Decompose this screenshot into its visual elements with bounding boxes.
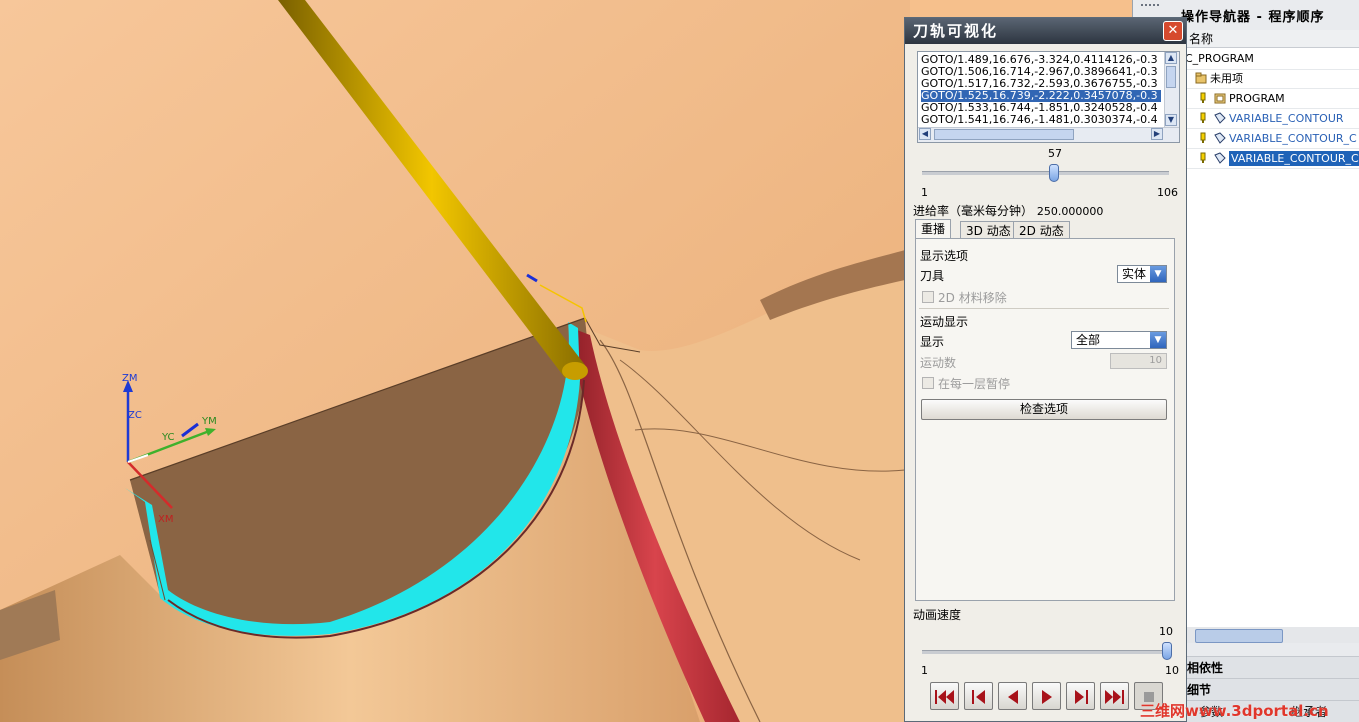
scrollbar-thumb[interactable] (1195, 629, 1283, 643)
program-folder-icon (1214, 91, 1226, 104)
play-reverse-button[interactable] (998, 682, 1027, 710)
motion-count-label: 运动数 (920, 356, 957, 370)
toolpath-visualization-dialog: 刀轨可视化 ✕ GOTO/1.489,16.676,-3.324,0.41141… (904, 17, 1187, 722)
speed-slider-max: 10 (1165, 664, 1179, 677)
display-options-heading: 显示选项 (920, 249, 969, 263)
2d-material-removal-label: 2D 材料移除 (938, 291, 1007, 305)
operation-icon (1214, 131, 1226, 144)
motion-slider-value: 57 (1048, 147, 1062, 160)
axis-label-ym: YM (202, 416, 217, 427)
speed-slider-thumb[interactable] (1162, 642, 1172, 660)
navigator-title: 操作导航器 - 程序顺序 (1181, 10, 1325, 25)
step-forward-button[interactable] (1066, 682, 1095, 710)
fast-forward-to-end-button[interactable] (1100, 682, 1129, 710)
speed-slider-min: 1 (921, 664, 928, 677)
display-label: 显示 (920, 335, 945, 349)
animation-speed-label: 动画速度 (913, 608, 962, 622)
tab-2d-dynamic[interactable]: 2D 动态 (1013, 221, 1070, 239)
pause-each-layer-checkbox[interactable] (922, 377, 934, 389)
goto-line-selected[interactable]: GOTO/1.525,16.739,-2.222,0.3457078,-0.3 (921, 90, 1161, 102)
scroll-up-icon[interactable]: ▲ (1165, 52, 1177, 64)
tree-row-label: VARIABLE_CONTOUR (1229, 112, 1344, 125)
tool-label: 刀具 (920, 269, 945, 283)
tree-row-label: PROGRAM (1229, 92, 1285, 105)
status-marker-icon (1199, 131, 1211, 143)
motion-count-field[interactable]: 10 (1110, 353, 1167, 369)
motion-display-heading: 运动显示 (920, 315, 969, 329)
axis-label-yc: YC (162, 432, 175, 443)
divider (919, 308, 1169, 309)
goto-horizontal-scrollbar[interactable]: ◀ ▶ (918, 127, 1179, 142)
speed-slider-track[interactable] (922, 650, 1169, 654)
chevron-down-icon[interactable]: ▼ (1150, 266, 1166, 282)
close-icon[interactable]: ✕ (1163, 21, 1183, 41)
tab-replay[interactable]: 重播 (915, 219, 952, 240)
tree-row-label: 未用项 (1210, 72, 1243, 85)
motion-slider-thumb[interactable] (1048, 164, 1059, 182)
feed-rate-caption: 进给率（毫米每分钟） (913, 204, 1034, 218)
tab-3d-dynamic[interactable]: 3D 动态 (960, 221, 1017, 239)
watermark-text: 三维网www.3dportal.cn (1140, 702, 1329, 720)
goto-line[interactable]: GOTO/1.489,16.676,-3.324,0.4114126,-0.3 (921, 54, 1161, 66)
pause-each-layer-label: 在每一层暂停 (938, 377, 1011, 391)
display-mode-dropdown[interactable]: 全部 ▼ (1071, 331, 1167, 349)
tool-display-dropdown[interactable]: 实体 ▼ (1117, 265, 1167, 283)
axis-label-zc: ZC (128, 410, 142, 421)
tree-row-label: C_PROGRAM (1185, 52, 1254, 65)
folder-icon (1195, 71, 1207, 84)
axis-label-zm: ZM (122, 373, 138, 384)
goto-vertical-scrollbar[interactable]: ▲ ▼ (1164, 52, 1179, 128)
section-details[interactable]: 细节 (1185, 678, 1359, 700)
tool-display-value: 实体 (1122, 267, 1147, 281)
dialog-title: 刀轨可视化 (905, 18, 1186, 44)
check-options-button[interactable]: 检查选项 (921, 399, 1167, 420)
play-forward-icon (1042, 690, 1052, 704)
tree-row-variable-contour-copy[interactable]: VARIABLE_CONTOUR_C (1185, 129, 1359, 149)
section-dependencies[interactable]: 相依性 (1185, 656, 1359, 678)
tree-row-program[interactable]: PROGRAM (1185, 89, 1359, 109)
goto-listbox[interactable]: GOTO/1.489,16.676,-3.324,0.4114126,-0.3 … (917, 51, 1180, 143)
tree-row-c-program[interactable]: C_PROGRAM (1185, 49, 1359, 70)
play-reverse-icon (1008, 690, 1018, 704)
operation-icon (1214, 151, 1226, 164)
motion-slider-max: 106 (1157, 186, 1178, 199)
tree-row-variable-contour[interactable]: VARIABLE_CONTOUR (1185, 109, 1359, 129)
scrollbar-thumb[interactable] (934, 129, 1074, 140)
tree-row-label: VARIABLE_CONTOUR_C (1229, 132, 1357, 145)
status-marker-icon (1199, 111, 1211, 123)
scroll-right-icon[interactable]: ▶ (1151, 128, 1163, 140)
2d-material-removal-checkbox[interactable] (922, 291, 934, 303)
tree-row-label: VARIABLE_CONTOUR_C (1229, 151, 1359, 166)
display-mode-value: 全部 (1076, 333, 1101, 347)
scroll-down-icon[interactable]: ▼ (1165, 114, 1177, 126)
axis-label-xm: XM (158, 514, 174, 525)
scrollbar-thumb[interactable] (1166, 66, 1176, 88)
goto-line[interactable]: GOTO/1.533,16.744,-1.851,0.3240528,-0.4 (921, 102, 1161, 114)
step-back-button[interactable] (964, 682, 993, 710)
fast-forward-to-end-icon (1105, 690, 1124, 704)
scroll-left-icon[interactable]: ◀ (919, 128, 931, 140)
speed-slider-value: 10 (1159, 625, 1173, 638)
feed-rate-value: 250.000000 (1036, 205, 1104, 218)
step-back-icon (972, 690, 985, 704)
goto-line[interactable]: GOTO/1.541,16.746,-1.481,0.3030374,-0.4 (921, 114, 1161, 126)
status-marker-icon (1199, 91, 1211, 103)
rewind-to-start-icon (935, 690, 954, 704)
tree-row-variable-contour-selected[interactable]: VARIABLE_CONTOUR_C (1185, 149, 1359, 169)
chevron-down-icon[interactable]: ▼ (1150, 332, 1166, 348)
tree-row-unused[interactable]: 未用项 (1185, 69, 1359, 89)
column-header-name[interactable]: 名称 (1185, 30, 1359, 48)
status-marker-icon (1199, 151, 1211, 163)
panel-grip-icon[interactable] (1139, 0, 1163, 10)
rewind-to-start-button[interactable] (930, 682, 959, 710)
navigator-horizontal-scrollbar[interactable] (1185, 627, 1359, 643)
goto-line[interactable]: GOTO/1.517,16.732,-2.593,0.3676755,-0.3 (921, 78, 1161, 90)
step-forward-icon (1075, 690, 1088, 704)
feed-rate-label: 进给率（毫米每分钟） 250.000000 (913, 202, 1103, 219)
operation-icon (1214, 111, 1226, 124)
motion-slider-track[interactable] (922, 171, 1169, 175)
goto-line[interactable]: GOTO/1.506,16.714,-2.967,0.3896641,-0.3 (921, 66, 1161, 78)
play-forward-button[interactable] (1032, 682, 1061, 710)
motion-slider-min: 1 (921, 186, 928, 199)
